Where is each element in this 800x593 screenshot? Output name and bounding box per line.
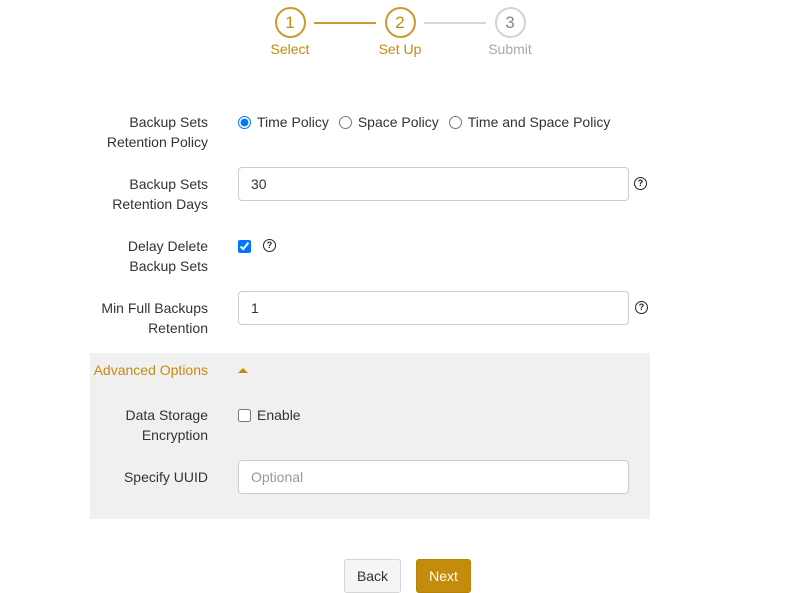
retention-policy-label: Backup Sets Retention Policy (78, 112, 208, 152)
retention-days-row: Backup Sets Retention Days ? (90, 167, 650, 215)
time-policy-option[interactable]: Time Policy (238, 114, 329, 130)
step-select: 1 Select (250, 7, 330, 57)
retention-policy-label-line1: Backup Sets (129, 114, 208, 130)
step-number-1: 1 (274, 7, 306, 38)
next-button[interactable]: Next (416, 559, 471, 593)
min-full-backups-row: Min Full Backups Retention ? (90, 291, 650, 339)
min-full-backups-input[interactable] (238, 291, 629, 325)
advanced-options-header[interactable]: Advanced Options (90, 360, 650, 384)
advanced-options-label[interactable]: Advanced Options (78, 360, 208, 380)
encryption-label-line1: Data Storage (125, 407, 209, 423)
retention-days-label-line2: Retention Days (112, 196, 208, 212)
step-label-submit: Submit (488, 41, 532, 57)
uuid-label: Specify UUID (123, 469, 208, 485)
time-policy-label: Time Policy (257, 114, 329, 130)
step-number-3: 3 (494, 7, 526, 38)
retention-days-input[interactable] (238, 167, 629, 201)
encryption-enable-label: Enable (257, 407, 301, 423)
retention-policy-label-line2: Retention Policy (106, 134, 208, 150)
step-label-set-up: Set Up (378, 41, 422, 57)
encryption-enable-checkbox[interactable] (238, 408, 251, 422)
encryption-row: Data Storage Encryption Enable (90, 405, 650, 445)
min-full-backups-label-line2: Retention (148, 320, 208, 336)
delay-delete-label-line2: Backup Sets (129, 258, 208, 274)
encryption-label-line2: Encryption (141, 427, 208, 443)
step-submit: 3 Submit (470, 7, 550, 57)
retention-policy-radio-group: Time Policy Space Policy Time and Space … (238, 112, 620, 132)
time-and-space-policy-label: Time and Space Policy (467, 114, 611, 130)
delay-delete-label: Delay Delete Backup Sets (78, 236, 208, 276)
min-full-backups-label: Min Full Backups Retention (78, 298, 208, 338)
question-circle-icon[interactable]: ? (634, 177, 647, 190)
min-full-backups-label-line1: Min Full Backups (101, 300, 208, 316)
delay-delete-label-line1: Delay Delete (127, 238, 208, 254)
retention-policy-row: Backup Sets Retention Policy Time Policy… (90, 112, 650, 152)
question-circle-icon[interactable]: ? (263, 239, 276, 252)
retention-days-label: Backup Sets Retention Days (78, 174, 208, 214)
time-policy-radio[interactable] (238, 115, 251, 129)
uuid-input[interactable] (238, 460, 629, 494)
encryption-label: Data Storage Encryption (78, 405, 209, 445)
time-and-space-policy-radio[interactable] (448, 115, 462, 129)
retention-days-label-line1: Backup Sets (129, 176, 208, 192)
time-and-space-policy-option[interactable]: Time and Space Policy (448, 114, 611, 130)
space-policy-radio[interactable] (338, 115, 352, 129)
uuid-row: Specify UUID (90, 460, 650, 494)
step-set-up: 2 Set Up (360, 7, 440, 57)
delay-delete-row: Delay Delete Backup Sets ? (90, 236, 650, 276)
caret-up-icon[interactable] (238, 368, 248, 373)
wizard-stepper: 1 Select 2 Set Up 3 Submit (0, 7, 800, 67)
space-policy-label: Space Policy (357, 114, 439, 130)
encryption-enable-option[interactable]: Enable (238, 405, 301, 425)
step-label-select: Select (270, 41, 310, 57)
advanced-options-panel: Advanced Options Data Storage Encryption… (90, 353, 650, 519)
space-policy-option[interactable]: Space Policy (338, 114, 439, 130)
question-circle-icon[interactable]: ? (635, 301, 648, 314)
delay-delete-checkbox[interactable] (238, 240, 251, 253)
step-number-2: 2 (384, 7, 416, 38)
back-button[interactable]: Back (344, 559, 401, 593)
